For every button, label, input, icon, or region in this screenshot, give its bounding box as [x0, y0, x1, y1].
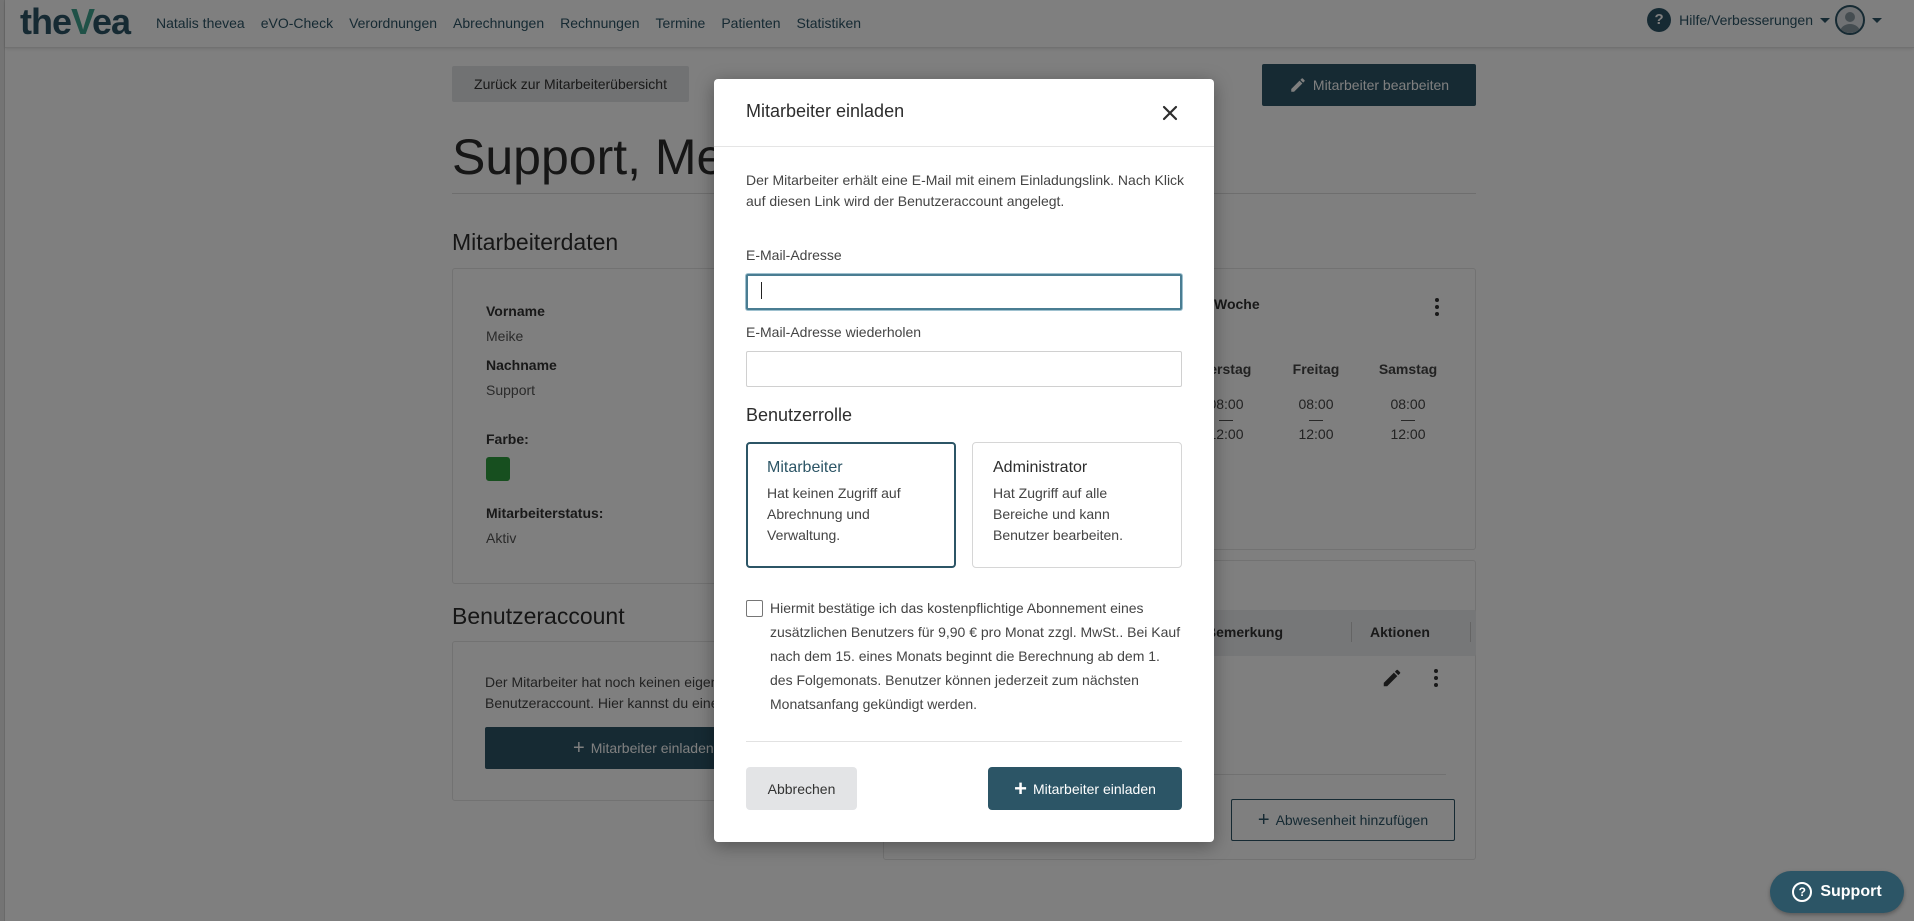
- email-repeat-field[interactable]: [746, 351, 1182, 387]
- consent-text: Hiermit bestätige ich das kostenpflichti…: [770, 600, 1181, 712]
- cancel-button[interactable]: Abbrechen: [746, 767, 857, 810]
- invite-employee-button[interactable]: + Mitarbeiter einladen: [988, 767, 1182, 810]
- role-option-administrator[interactable]: Administrator Hat Zugriff auf alle Berei…: [972, 442, 1182, 568]
- dialog-divider: [746, 741, 1182, 742]
- email-repeat-label: E-Mail-Adresse wiederholen: [746, 324, 922, 340]
- support-icon: ?: [1792, 882, 1813, 902]
- dialog-title: Mitarbeiter einladen: [746, 101, 905, 121]
- role-description: Hat keinen Zugriff auf Abrechnung und Ve…: [767, 485, 901, 543]
- dialog-description: Der Mitarbeiter erhält eine E-Mail mit e…: [746, 172, 1185, 209]
- close-icon[interactable]: [1158, 101, 1182, 125]
- plus-icon: +: [1014, 775, 1027, 801]
- email-field[interactable]: [746, 274, 1182, 310]
- support-button[interactable]: ? Support: [1770, 871, 1904, 913]
- email-label: E-Mail-Adresse: [746, 247, 842, 263]
- text-caret: [761, 282, 762, 299]
- role-title: Administrator: [993, 459, 1088, 476]
- consent-checkbox[interactable]: [746, 600, 763, 617]
- role-title: Mitarbeiter: [767, 459, 843, 476]
- role-description: Hat Zugriff auf alle Bereiche und kann B…: [993, 485, 1123, 543]
- dialog-header: Mitarbeiter einladen: [714, 79, 1214, 147]
- support-label: Support: [1820, 883, 1882, 900]
- invite-employee-label: Mitarbeiter einladen: [1032, 780, 1156, 797]
- user-role-heading: Benutzerrolle: [746, 405, 853, 425]
- invite-employee-dialog: Mitarbeiter einladen Der Mitarbeiter erh…: [714, 79, 1214, 842]
- role-option-employee[interactable]: Mitarbeiter Hat keinen Zugriff auf Abrec…: [746, 442, 956, 568]
